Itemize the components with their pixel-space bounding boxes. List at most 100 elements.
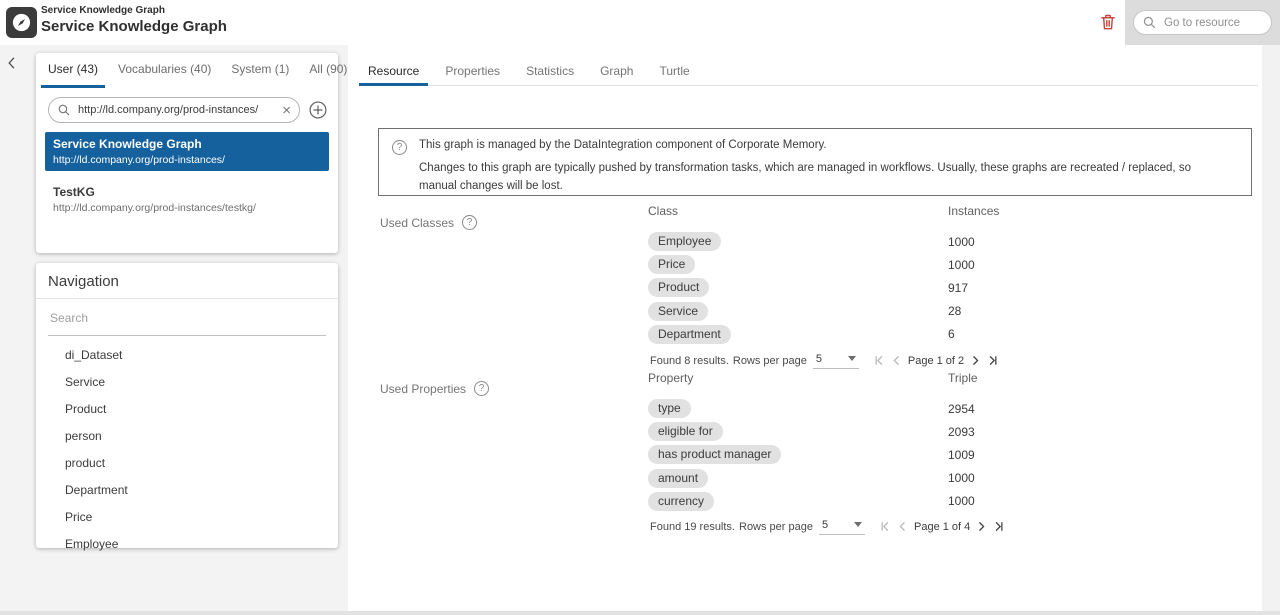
instance-count: 1000 [948,235,1028,249]
tab-vocabularies[interactable]: Vocabularies (40) [111,53,218,88]
previous-page-button[interactable] [888,352,905,369]
property-chip[interactable]: amount [648,469,708,488]
previous-page-button[interactable] [894,518,911,535]
graph-result-title: TestKG [53,185,321,199]
property-chip[interactable]: currency [648,492,714,511]
divider [36,298,338,299]
nav-item-department[interactable]: Department [36,477,338,504]
table-row: currency 1000 [648,490,1028,513]
last-page-button[interactable] [990,518,1007,535]
app-logo[interactable] [6,7,37,38]
add-graph-button[interactable] [308,100,328,120]
scroll-gutter [1262,45,1280,615]
help-icon[interactable]: ? [462,215,477,230]
resource-search-field [1133,10,1272,35]
resource-tabs: Resource Properties Statistics Graph Tur… [359,59,707,86]
tab-turtle[interactable]: Turtle [650,59,698,86]
navigation-search-input[interactable] [48,310,326,326]
plus-circle-icon [308,100,328,120]
table-row: Service 28 [648,300,1028,323]
nav-item-service[interactable]: Service [36,369,338,396]
nav-item-price[interactable]: Price [36,504,338,531]
nav-item-employee[interactable]: Employee [36,531,338,558]
used-classes-label: Used Classes ? [380,215,477,230]
nav-item-person[interactable]: person [36,423,338,450]
triple-count: 1000 [948,494,1028,508]
results-summary: Found 19 results. [650,521,735,533]
graph-result-title: Service Knowledge Graph [53,137,321,151]
class-chip[interactable]: Price [648,255,695,274]
used-classes-pagination: Found 8 results. Rows per page 5 Page 1 … [650,352,1001,369]
graph-list-card: User (43) Vocabularies (40) System (1) A… [36,53,338,253]
tab-resource[interactable]: Resource [359,59,428,86]
navigation-title: Navigation [36,263,338,298]
property-chip[interactable]: eligible for [648,422,723,441]
rows-per-page-select[interactable]: 5 [813,353,859,369]
graph-search-field: × [48,97,300,123]
tab-system[interactable]: System (1) [224,53,296,88]
triple-count: 2954 [948,402,1028,416]
rows-per-page-value: 5 [822,519,828,531]
navigation-card: Navigation di_Dataset Service Product pe… [36,263,338,548]
graph-result-list: Service Knowledge Graph http://ld.compan… [36,132,338,219]
tab-properties[interactable]: Properties [436,59,509,86]
first-page-button[interactable] [871,352,888,369]
search-icon [57,103,71,117]
used-classes-label-text: Used Classes [380,216,454,230]
column-header-class: Class [648,204,948,230]
app-titles: Service Knowledge Graph Service Knowledg… [41,5,227,35]
nav-item-product[interactable]: Product [36,396,338,423]
graph-info-box: ? This graph is managed by the DataInteg… [378,128,1252,196]
table-row: Price 1000 [648,253,1028,276]
property-chip[interactable]: type [648,399,691,418]
graph-search-row: × [48,97,328,123]
rows-per-page-select[interactable]: 5 [819,519,865,535]
column-header-property: Property [648,371,948,397]
last-page-button[interactable] [984,352,1001,369]
help-icon: ? [392,140,407,155]
page-title: Service Knowledge Graph [41,18,227,35]
next-page-button[interactable] [967,352,984,369]
property-chip[interactable]: has product manager [648,445,781,464]
graph-list-tabs: User (43) Vocabularies (40) System (1) A… [36,53,338,88]
window-bottom-edge [0,611,1280,615]
next-page-button[interactable] [973,518,990,535]
app-header: Service Knowledge Graph Service Knowledg… [0,0,1280,45]
nav-item-di-dataset[interactable]: di_Dataset [36,342,338,369]
caret-down-icon [854,522,862,527]
first-page-button[interactable] [877,518,894,535]
used-properties-label: Used Properties ? [380,381,489,396]
delete-graph-button[interactable] [1098,11,1120,33]
collapse-sidebar-button[interactable] [4,53,24,73]
caret-down-icon [848,356,856,361]
info-box-line1: This graph is managed by the DataIntegra… [419,139,1231,151]
graph-search-input[interactable] [76,103,276,117]
service-knowledge-graph-page: Service Knowledge Graph Service Knowledg… [0,0,1280,615]
resource-search-input[interactable] [1162,16,1263,30]
class-chip[interactable]: Department [648,325,731,344]
help-icon[interactable]: ? [474,381,489,396]
class-chip[interactable]: Employee [648,232,721,251]
instance-count: 6 [948,327,1028,341]
tab-user[interactable]: User (43) [41,53,105,88]
table-row: eligible for 2093 [648,420,1028,443]
tab-all[interactable]: All (90) [302,53,354,88]
trash-icon [1098,12,1120,32]
nav-item-product-lower[interactable]: product [36,450,338,477]
class-chip[interactable]: Service [648,302,708,321]
triple-count: 1000 [948,471,1028,485]
rows-per-page-value: 5 [816,353,822,365]
graph-result-uri: http://ld.company.org/prod-instances/ [53,154,321,166]
table-row: Employee 1000 [648,230,1028,253]
clear-icon[interactable]: × [281,103,292,118]
rows-per-page-label: Rows per page [739,521,813,533]
graph-result-item[interactable]: Service Knowledge Graph http://ld.compan… [45,132,329,171]
table-row: amount 1000 [648,467,1028,490]
tab-graph[interactable]: Graph [591,59,642,86]
table-row: type 2954 [648,397,1028,420]
class-chip[interactable]: Product [648,278,709,297]
tab-statistics[interactable]: Statistics [517,59,583,86]
graph-result-item[interactable]: TestKG http://ld.company.org/prod-instan… [45,180,329,219]
instance-count: 917 [948,281,1028,295]
navigation-search-field [48,309,326,336]
